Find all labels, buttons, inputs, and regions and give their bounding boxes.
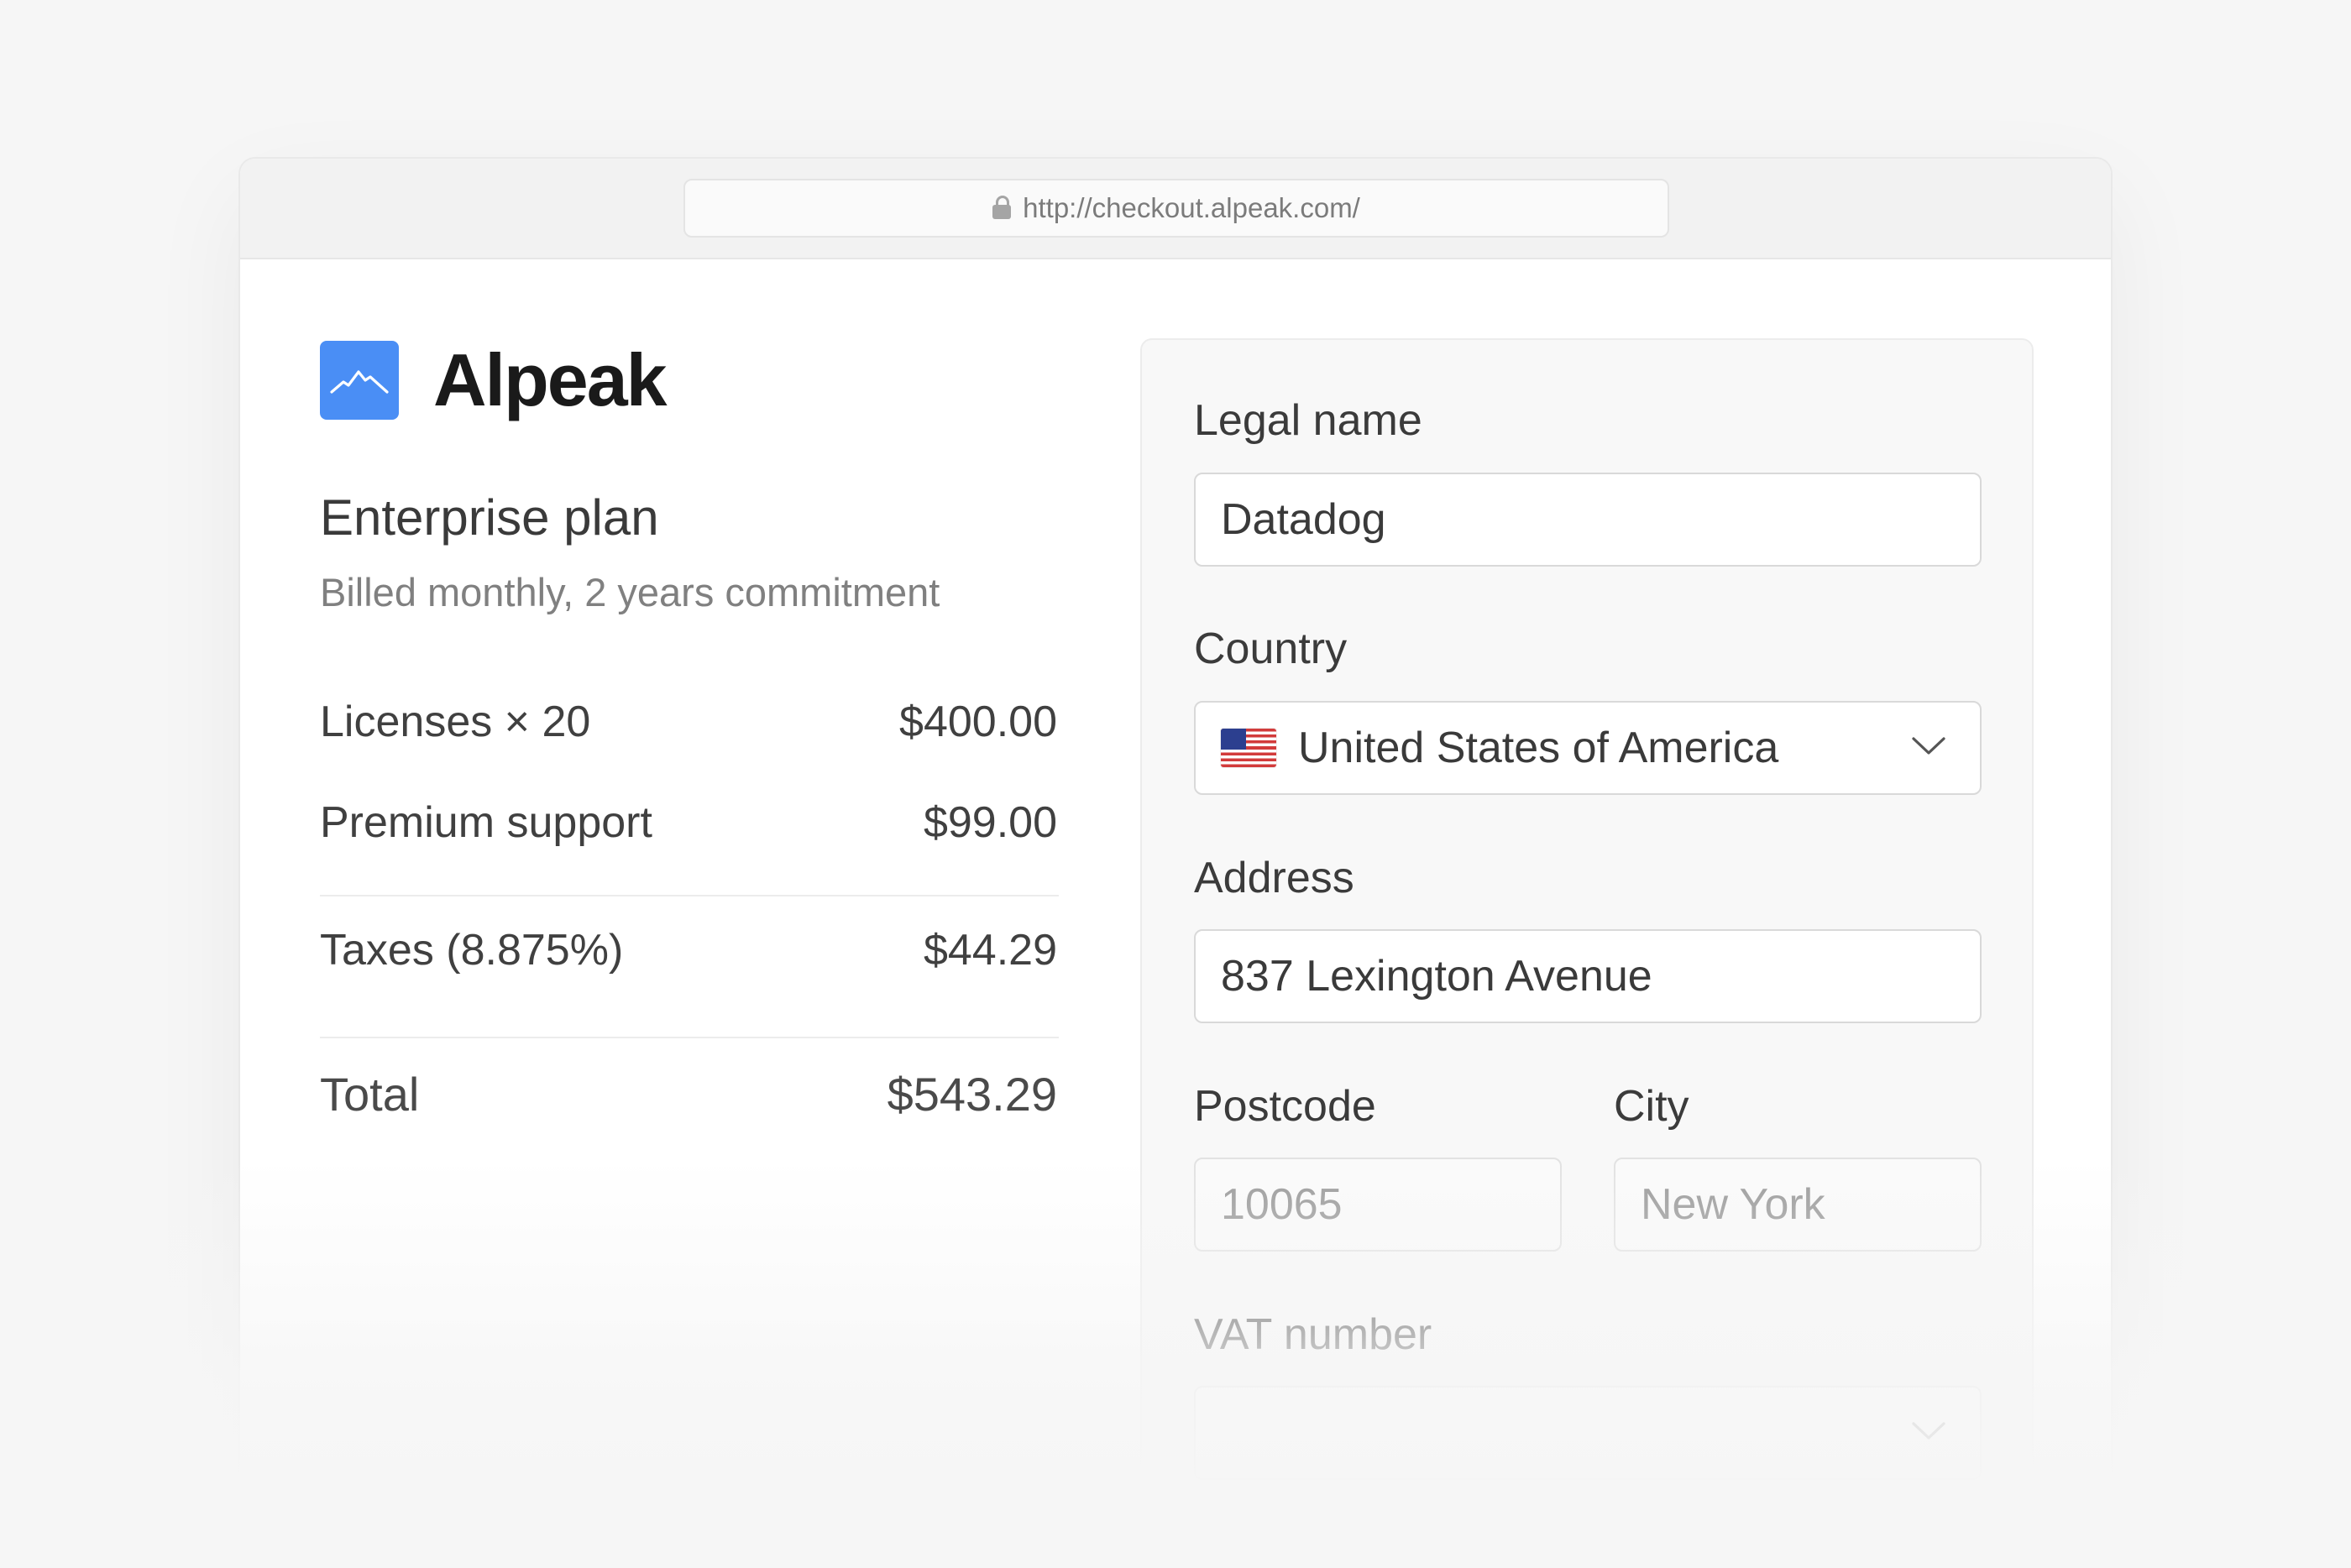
postcode-placeholder: 10065 (1221, 1180, 1343, 1229)
browser-window: http://checkout.alpeak.com/ Alpeak Enter… (238, 157, 2113, 1568)
vat-number-select[interactable] (1194, 1386, 1982, 1480)
browser-toolbar: http://checkout.alpeak.com/ (240, 159, 2111, 259)
address-input[interactable]: 837 Lexington Avenue (1194, 929, 1982, 1023)
line-item-amount: $99.00 (923, 798, 1057, 847)
chevron-down-icon (1912, 1422, 1945, 1440)
address-label: Address (1194, 854, 1354, 902)
address-bar[interactable]: http://checkout.alpeak.com/ (683, 179, 1669, 238)
line-item: Premium support $99.00 (320, 797, 1057, 848)
brand-name: Alpeak (433, 338, 668, 421)
divider (320, 895, 1059, 896)
plan-subtitle: Billed monthly, 2 years commitment (320, 570, 940, 614)
address-value: 837 Lexington Avenue (1221, 952, 1652, 1001)
postcode-input[interactable]: 10065 (1194, 1158, 1562, 1252)
taxes-amount: $44.29 (923, 926, 1057, 975)
city-placeholder: New York (1641, 1180, 1825, 1229)
line-item-label: Licenses × 20 (320, 698, 591, 746)
legal-name-label: Legal name (1194, 396, 1422, 445)
city-label: City (1614, 1082, 1689, 1131)
legal-name-value: Datadog (1221, 495, 1386, 544)
divider (320, 1037, 1059, 1038)
country-select[interactable]: United States of America (1194, 701, 1982, 795)
us-flag-icon (1221, 729, 1276, 767)
postcode-label: Postcode (1194, 1082, 1376, 1131)
total-label: Total (320, 1068, 420, 1121)
city-input[interactable]: New York (1614, 1158, 1982, 1252)
chevron-down-icon (1912, 737, 1945, 755)
lock-icon (992, 196, 1012, 219)
country-value: United States of America (1298, 724, 1779, 772)
vat-number-label: VAT number (1194, 1310, 1432, 1359)
line-item-label: Premium support (320, 798, 652, 847)
legal-name-input[interactable]: Datadog (1194, 473, 1982, 567)
taxes-row: Taxes (8.875%) $44.29 (320, 925, 1057, 975)
plan-title: Enterprise plan (320, 489, 659, 546)
mountain-logo-icon (320, 341, 399, 420)
total-amount: $543.29 (887, 1068, 1057, 1121)
line-item: Licenses × 20 $400.00 (320, 697, 1057, 747)
billing-form-card: Legal name Datadog Country United States… (1140, 338, 2034, 1568)
taxes-label: Taxes (8.875%) (320, 926, 624, 975)
total-row: Total $543.29 (320, 1069, 1057, 1120)
line-item-amount: $400.00 (899, 698, 1057, 746)
url-text: http://checkout.alpeak.com/ (1023, 192, 1360, 223)
country-label: Country (1194, 625, 1348, 673)
